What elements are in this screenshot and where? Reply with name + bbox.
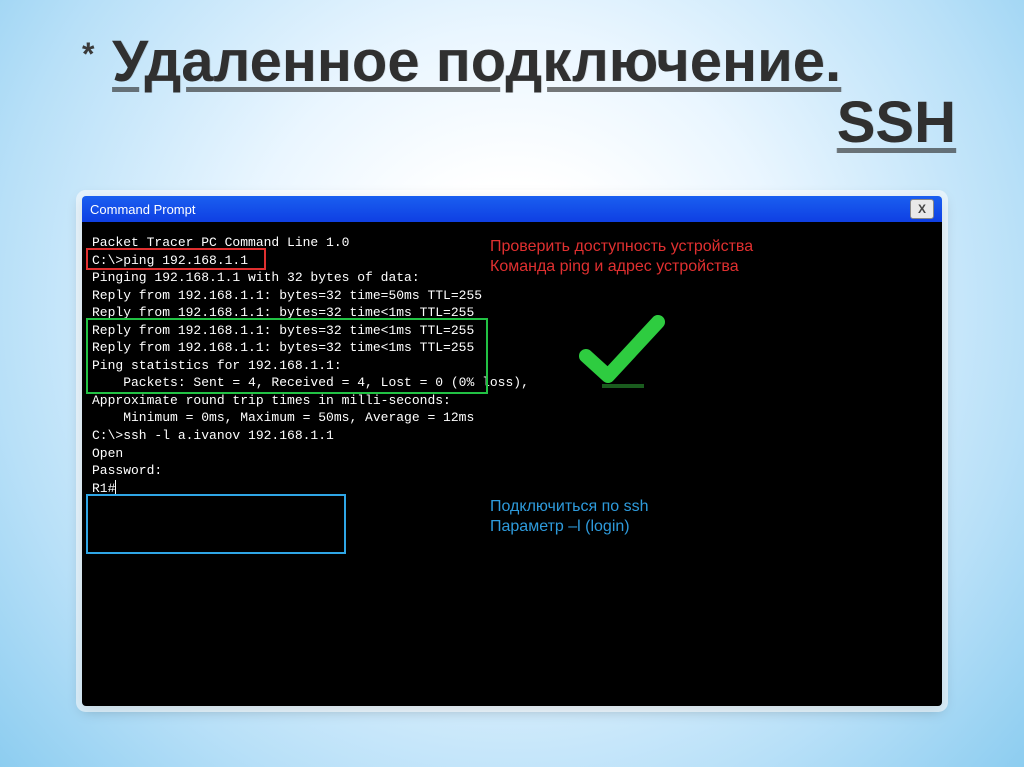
window-titlebar: Command Prompt X xyxy=(82,196,942,222)
console-line: Minimum = 0ms, Maximum = 50ms, Average =… xyxy=(92,409,932,427)
highlight-ssh-command xyxy=(86,494,346,554)
highlight-ping-replies xyxy=(86,318,488,394)
console-output: Packet Tracer PC Command Line 1.0 C:\>pi… xyxy=(82,222,942,706)
annotation-ping-1: Проверить доступность устройства xyxy=(490,236,753,258)
highlight-ping-command xyxy=(86,248,266,270)
console-line: Open xyxy=(92,445,932,463)
annotation-ssh-2: Параметр –l (login) xyxy=(490,516,630,538)
annotation-ssh-1: Подключиться по ssh xyxy=(490,496,649,518)
title-line-1: Удаленное подключение. xyxy=(112,32,841,93)
window-close-button[interactable]: X xyxy=(910,199,934,219)
checkmark-icon xyxy=(572,310,672,390)
console-line: Password: xyxy=(92,462,932,480)
console-line: Approximate round trip times in milli-se… xyxy=(92,392,932,410)
close-icon: X xyxy=(918,202,926,216)
console-line: Reply from 192.168.1.1: bytes=32 time=50… xyxy=(92,287,932,305)
slide-title: Удаленное подключение. SSH xyxy=(80,32,1004,154)
cursor-icon xyxy=(115,480,116,494)
command-prompt-window: Command Prompt X Packet Tracer PC Comman… xyxy=(82,196,942,706)
window-title: Command Prompt xyxy=(90,202,195,217)
annotation-ping-2: Команда ping и адрес устройства xyxy=(490,256,739,278)
title-line-2: SSH xyxy=(80,93,1004,154)
console-line: C:\>ssh -l a.ivanov 192.168.1.1 xyxy=(92,427,932,445)
